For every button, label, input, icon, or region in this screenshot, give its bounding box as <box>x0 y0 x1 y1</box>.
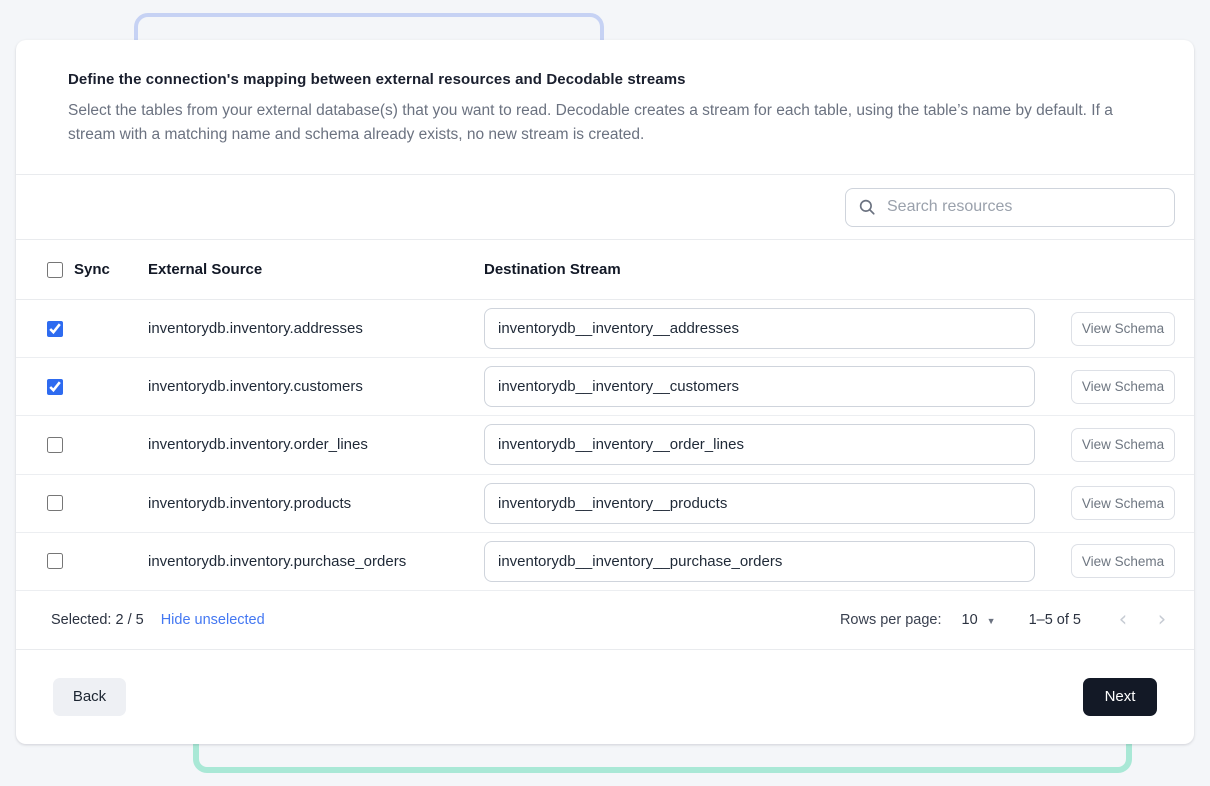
external-source-text: inventorydb.inventory.products <box>148 495 484 512</box>
panel-header: Define the connection's mapping between … <box>16 40 1194 175</box>
table-row: inventorydb.inventory.customers View Sch… <box>16 358 1194 416</box>
previous-page-button[interactable]: ‹ <box>1111 608 1135 632</box>
column-header-sync: Sync <box>74 261 110 278</box>
selected-count-label: Selected: 2 / 5 <box>51 612 144 628</box>
column-header-external-source: External Source <box>148 261 484 278</box>
view-schema-button[interactable]: View Schema <box>1071 428 1175 462</box>
table-header-row: Sync External Source Destination Stream <box>16 240 1194 300</box>
hide-unselected-link[interactable]: Hide unselected <box>161 612 265 628</box>
panel-subtitle: Select the tables from your external dat… <box>68 99 1134 147</box>
wizard-actions: Back Next <box>16 650 1194 744</box>
rows-per-page-value: 10 <box>962 612 978 628</box>
sync-checkbox[interactable] <box>47 553 63 569</box>
destination-stream-input[interactable] <box>484 308 1035 349</box>
destination-stream-input[interactable] <box>484 541 1035 582</box>
search-box <box>845 188 1175 227</box>
column-header-destination-stream: Destination Stream <box>484 261 1194 278</box>
sync-checkbox[interactable] <box>47 321 63 337</box>
destination-stream-input[interactable] <box>484 424 1035 465</box>
select-all-checkbox[interactable] <box>47 262 63 278</box>
rows-per-page-select[interactable]: 10 ▼ <box>962 612 996 628</box>
back-button[interactable]: Back <box>53 678 126 716</box>
next-page-button[interactable]: › <box>1150 608 1174 632</box>
external-source-text: inventorydb.inventory.addresses <box>148 320 484 337</box>
sync-checkbox[interactable] <box>47 379 63 395</box>
page-range-label: 1–5 of 5 <box>1029 612 1081 628</box>
rows-per-page-label: Rows per page: <box>840 612 942 628</box>
table-row: inventorydb.inventory.products View Sche… <box>16 475 1194 533</box>
table-row: inventorydb.inventory.purchase_orders Vi… <box>16 533 1194 591</box>
view-schema-button[interactable]: View Schema <box>1071 486 1175 520</box>
destination-stream-input[interactable] <box>484 366 1035 407</box>
table-row: inventorydb.inventory.order_lines View S… <box>16 416 1194 474</box>
external-source-text: inventorydb.inventory.purchase_orders <box>148 553 484 570</box>
table-toolbar <box>16 175 1194 240</box>
connection-mapping-panel: Define the connection's mapping between … <box>16 40 1194 744</box>
sync-checkbox[interactable] <box>47 437 63 453</box>
view-schema-button[interactable]: View Schema <box>1071 312 1175 346</box>
next-button[interactable]: Next <box>1083 678 1157 716</box>
view-schema-button[interactable]: View Schema <box>1071 544 1175 578</box>
sync-checkbox[interactable] <box>47 495 63 511</box>
table-row: inventorydb.inventory.addresses View Sch… <box>16 300 1194 358</box>
search-input[interactable] <box>845 188 1175 227</box>
destination-stream-input[interactable] <box>484 483 1035 524</box>
panel-title: Define the connection's mapping between … <box>68 71 1134 88</box>
pagination-bar: Selected: 2 / 5 Hide unselected Rows per… <box>16 591 1194 650</box>
view-schema-button[interactable]: View Schema <box>1071 370 1175 404</box>
chevron-down-icon: ▼ <box>987 616 996 626</box>
external-source-text: inventorydb.inventory.customers <box>148 378 484 395</box>
external-source-text: inventorydb.inventory.order_lines <box>148 436 484 453</box>
